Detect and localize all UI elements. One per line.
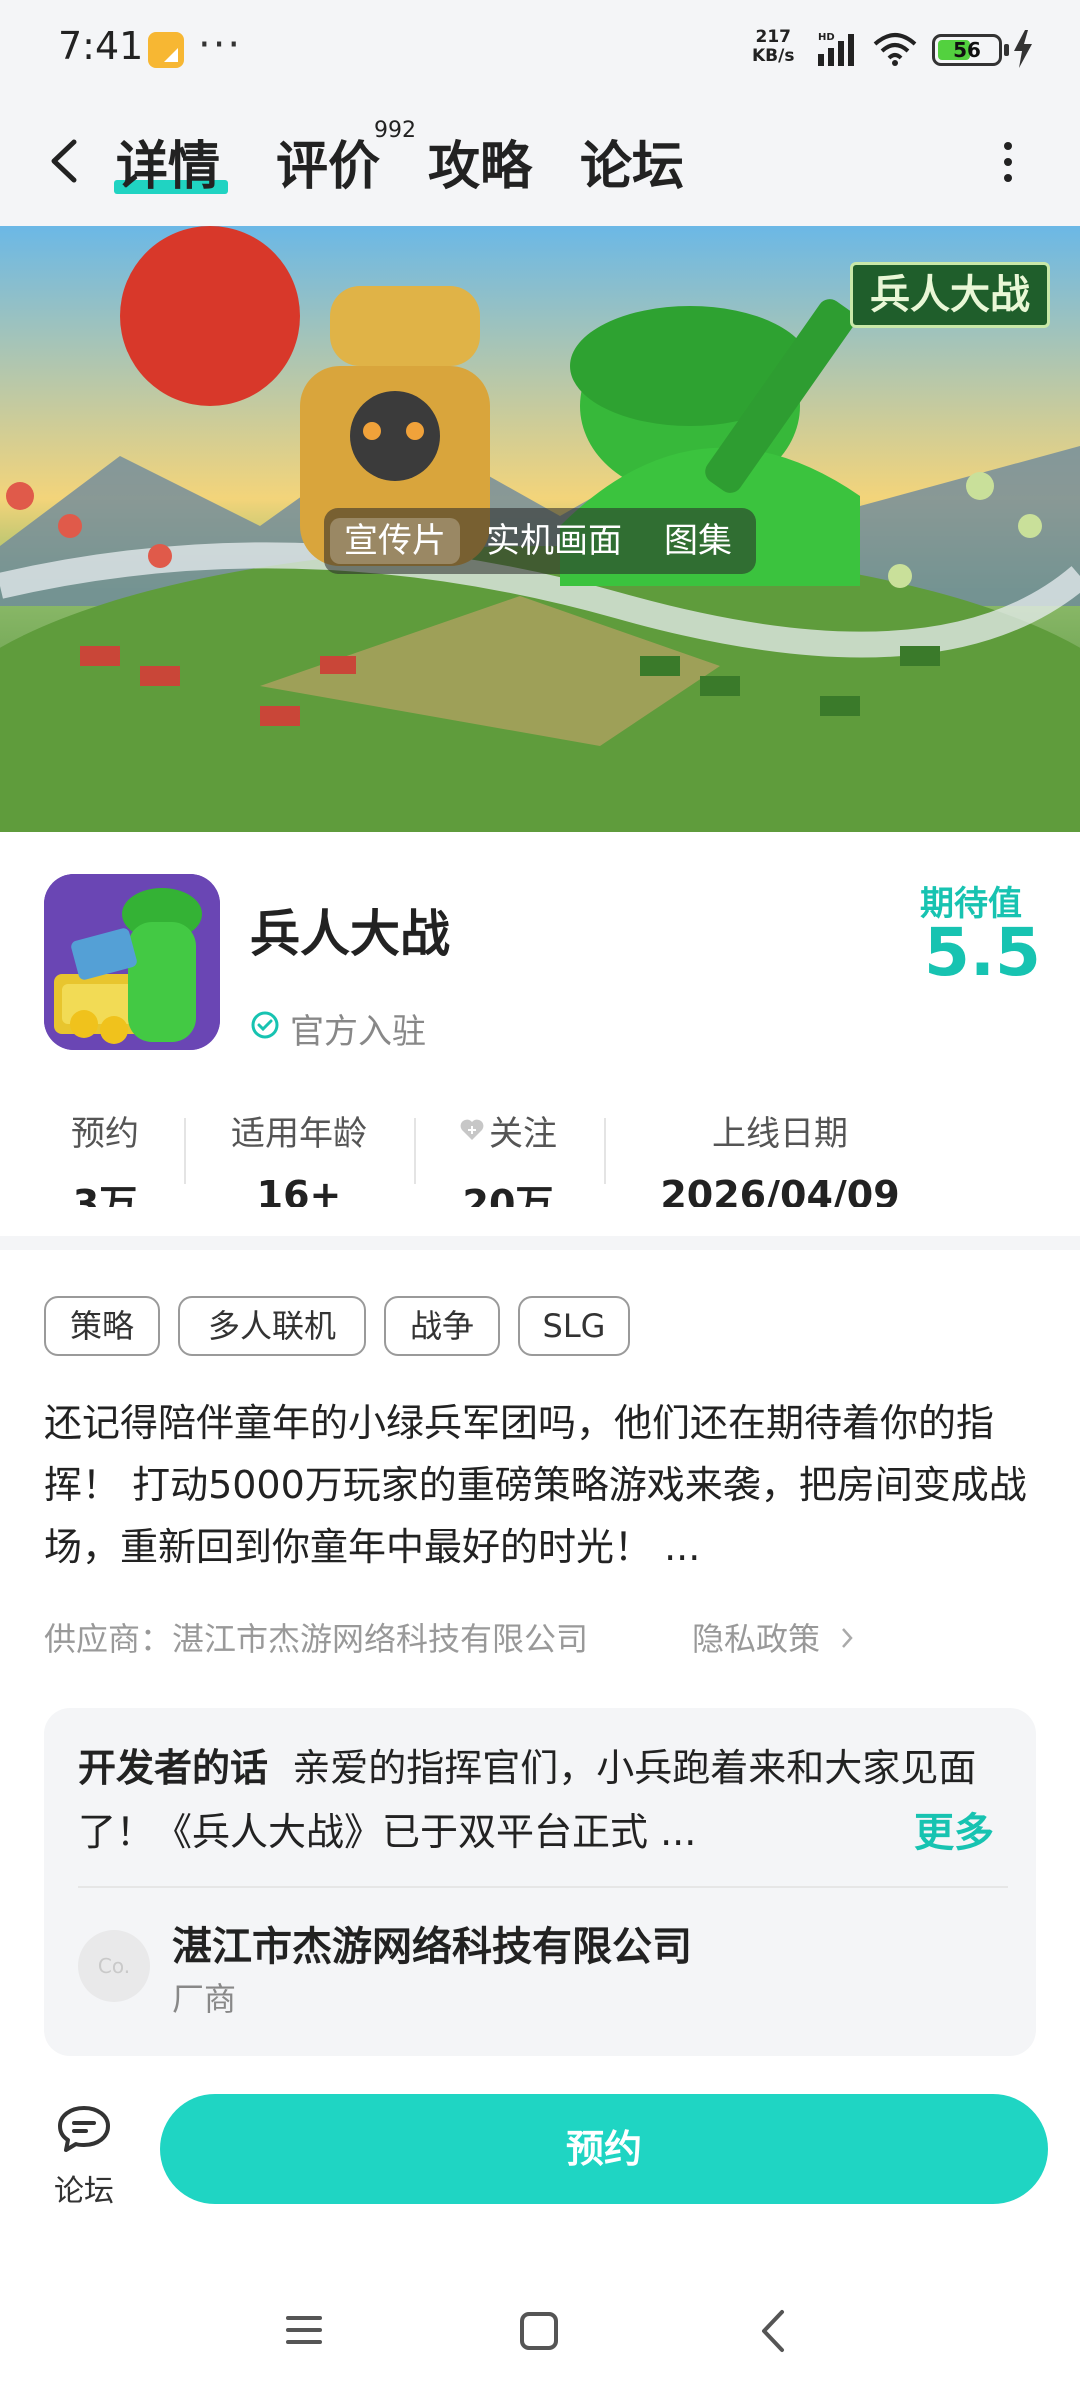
supplier-info: 供应商：湛江市杰游网络科技有限公司	[44, 1620, 589, 1658]
tab-forum[interactable]: 论坛	[580, 124, 684, 199]
stat-divider	[414, 1118, 416, 1184]
developer-note: 开发者的话 亲爱的指挥官们，小兵跑着来和大家见面了！《兵人大战》已于双平台正式 …	[78, 1736, 998, 1864]
network-speed: 217 KB/s	[752, 28, 794, 66]
stat-age-rating: 适用年龄 16+	[224, 1106, 374, 1207]
stat-release-date: 上线日期 2026/04/09	[644, 1106, 916, 1207]
stat-divider	[604, 1118, 606, 1184]
tab-reviews[interactable]: 评价	[276, 124, 380, 199]
tag-chip[interactable]: 多人联机	[178, 1296, 366, 1356]
status-bar: 7:41 ··· 217 KB/s HD 56	[0, 0, 1080, 100]
review-count-badge: 992	[374, 118, 416, 143]
stat-value: 2026/04/09	[660, 1173, 900, 1207]
section-separator	[0, 1236, 1080, 1250]
stat-value: 20万	[462, 1182, 554, 1207]
stat-followers[interactable]: 关注 20万	[452, 1106, 564, 1207]
game-description[interactable]: 还记得陪伴童年的小绿兵军团吗，他们还在期待着你的指挥！ 打动5000万玩家的重磅…	[44, 1392, 1040, 1578]
system-back-icon[interactable]	[758, 2308, 788, 2354]
developer-more-link[interactable]: 更多	[914, 1800, 994, 1858]
wifi-icon	[873, 33, 917, 66]
battery-level: 56	[953, 38, 981, 62]
stat-label: 适用年龄	[231, 1114, 367, 1154]
more-menu-icon[interactable]	[1002, 140, 1014, 184]
chevron-right-icon	[842, 1628, 853, 1648]
stat-label: 关注	[452, 1106, 564, 1155]
heart-plus-icon	[460, 1119, 484, 1140]
status-time: 7:41	[58, 24, 144, 68]
battery-tip	[1004, 44, 1009, 56]
signal-hd-label: HD	[818, 32, 835, 43]
back-arrow-icon[interactable]	[44, 130, 84, 192]
network-speed-unit: KB/s	[752, 46, 795, 66]
recent-apps-icon[interactable]	[284, 2312, 324, 2348]
verified-check-icon	[251, 1011, 279, 1039]
tag-chip[interactable]: SLG	[518, 1296, 630, 1356]
tag-chip[interactable]: 策略	[44, 1296, 160, 1356]
notification-app-icon	[148, 32, 184, 68]
stat-reservations: 预约 3万	[70, 1106, 140, 1207]
card-divider	[78, 1886, 1008, 1888]
developer-note-title: 开发者的话	[78, 1746, 269, 1790]
app-icon-artwork	[44, 874, 220, 1050]
forum-label[interactable]: 论坛	[54, 2166, 114, 2210]
status-more-icon: ···	[198, 22, 243, 68]
stat-value: 3万	[72, 1182, 138, 1207]
home-icon[interactable]	[520, 2312, 558, 2350]
battery-icon: 56	[932, 34, 1002, 66]
stat-label: 预约	[71, 1114, 139, 1154]
tag-chip[interactable]: 战争	[384, 1296, 500, 1356]
tab-guides[interactable]: 攻略	[428, 124, 532, 199]
expectation-score: 5.5	[924, 914, 1041, 991]
media-tab-gallery[interactable]: 图集	[664, 518, 732, 564]
vendor-name[interactable]: 湛江市杰游网络科技有限公司	[172, 1914, 692, 1972]
network-speed-value: 217	[755, 27, 791, 47]
vendor-avatar: Co.	[78, 1930, 150, 2002]
vendor-role: 厂商	[172, 1980, 237, 2018]
app-title: 兵人大战	[250, 905, 450, 963]
stat-label-text: 关注	[489, 1114, 557, 1154]
privacy-policy-link[interactable]: 隐私政策	[692, 1614, 820, 1660]
media-tab-trailer[interactable]: 宣传片	[330, 518, 460, 564]
forum-chat-icon[interactable]	[56, 2104, 112, 2154]
game-logo: 兵人大战	[850, 262, 1050, 328]
stat-value: 16+	[256, 1173, 342, 1207]
official-label: 官方入驻	[290, 1012, 426, 1052]
app-icon	[44, 874, 220, 1050]
signal-icon: HD	[818, 32, 854, 66]
stat-divider	[184, 1118, 186, 1184]
tab-details[interactable]: 详情	[116, 124, 220, 199]
charging-bolt-icon	[1014, 30, 1032, 68]
reserve-button[interactable]: 预约	[160, 2094, 1048, 2204]
media-tab-gameplay[interactable]: 实机画面	[486, 518, 622, 564]
media-tab-bar: 宣传片 实机画面 图集	[324, 508, 756, 574]
stat-label: 上线日期	[712, 1114, 848, 1154]
